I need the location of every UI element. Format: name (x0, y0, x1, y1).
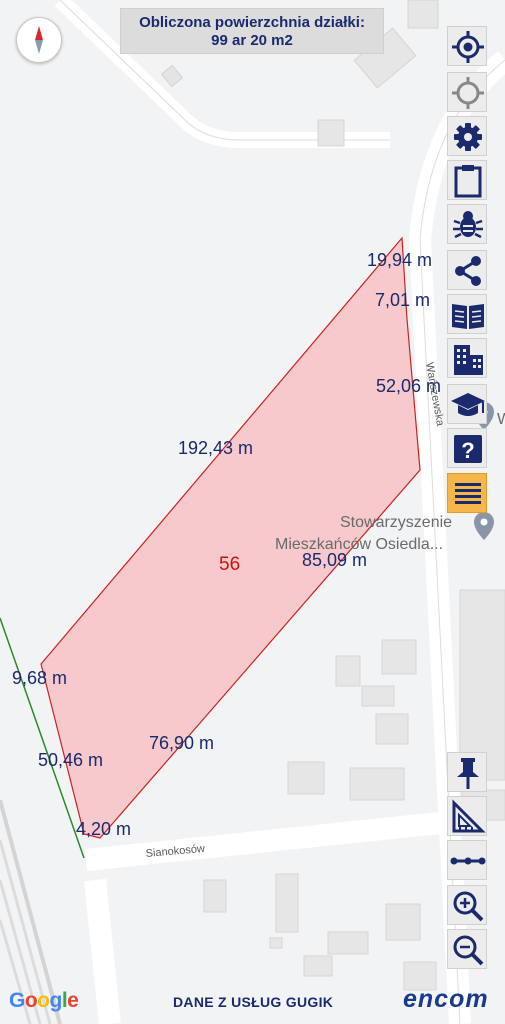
area-banner: Obliczona powierzchnia działki: 99 ar 20… (120, 8, 384, 54)
layers-button[interactable] (447, 384, 487, 424)
zoom-in-icon (453, 891, 484, 922)
edge-label: W (497, 411, 505, 428)
menu-button[interactable] (447, 473, 487, 513)
locate-crosshair-icon (452, 31, 484, 63)
poi-label: Mieszkańców Osiedla... (275, 536, 443, 553)
zoom-out-icon (453, 935, 484, 966)
pin-button[interactable] (447, 752, 487, 792)
book-icon (452, 304, 484, 329)
gps-button[interactable] (447, 72, 487, 112)
measure-label: 7,01 m (375, 290, 430, 310)
zoom-in-button[interactable] (447, 885, 487, 925)
area-banner-title: Obliczona powierzchnia działki: (139, 14, 365, 31)
buildings-button[interactable] (447, 338, 487, 378)
legend-button[interactable] (447, 294, 487, 334)
gear-icon (454, 123, 482, 151)
encom-logo: encom (403, 985, 489, 1013)
compass-icon (35, 26, 43, 54)
parcel-number: 56 (219, 554, 240, 575)
compass-button[interactable] (16, 17, 62, 63)
measure-distance-button[interactable] (447, 840, 487, 880)
poi-label: Stowarzyszenie (340, 514, 452, 531)
measure-label: 192,43 m (178, 438, 253, 458)
measure-label: 85,09 m (302, 550, 367, 570)
distance-icon (450, 857, 486, 865)
debug-button[interactable] (447, 204, 487, 244)
measure-label: 19,94 m (367, 250, 432, 270)
measure-label: 50,46 m (38, 750, 103, 770)
share-button[interactable] (447, 250, 487, 290)
menu-icon (455, 483, 481, 504)
settings-button[interactable] (447, 116, 487, 156)
bug-icon (453, 211, 483, 239)
pin-icon (457, 758, 479, 789)
measure-area-button[interactable] (447, 796, 487, 836)
zoom-out-button[interactable] (447, 929, 487, 969)
clipboard-button[interactable] (447, 160, 487, 200)
map-canvas[interactable]: 19,94 m 7,01 m 52,06 m 192,43 m 85,09 m … (0, 0, 505, 1024)
help-icon: ? (454, 435, 482, 463)
google-logo: Google (9, 989, 79, 1012)
graduation-cap-icon (451, 393, 485, 416)
building-icon (454, 345, 483, 375)
measure-label: 76,90 m (149, 733, 214, 753)
measure-label: 4,20 m (76, 819, 131, 839)
share-icon (455, 256, 481, 286)
gps-target-icon (452, 77, 484, 109)
set-square-icon (452, 799, 486, 833)
svg-text:?: ? (461, 438, 474, 463)
measure-label: 9,68 m (12, 668, 67, 688)
locate-button[interactable] (447, 26, 487, 66)
area-banner-value: 99 ar 20 m2 (211, 32, 293, 49)
help-button[interactable]: ? (447, 428, 487, 468)
data-source-label: DANE Z USŁUG GUGIK (173, 994, 334, 1010)
clipboard-icon (454, 165, 482, 198)
